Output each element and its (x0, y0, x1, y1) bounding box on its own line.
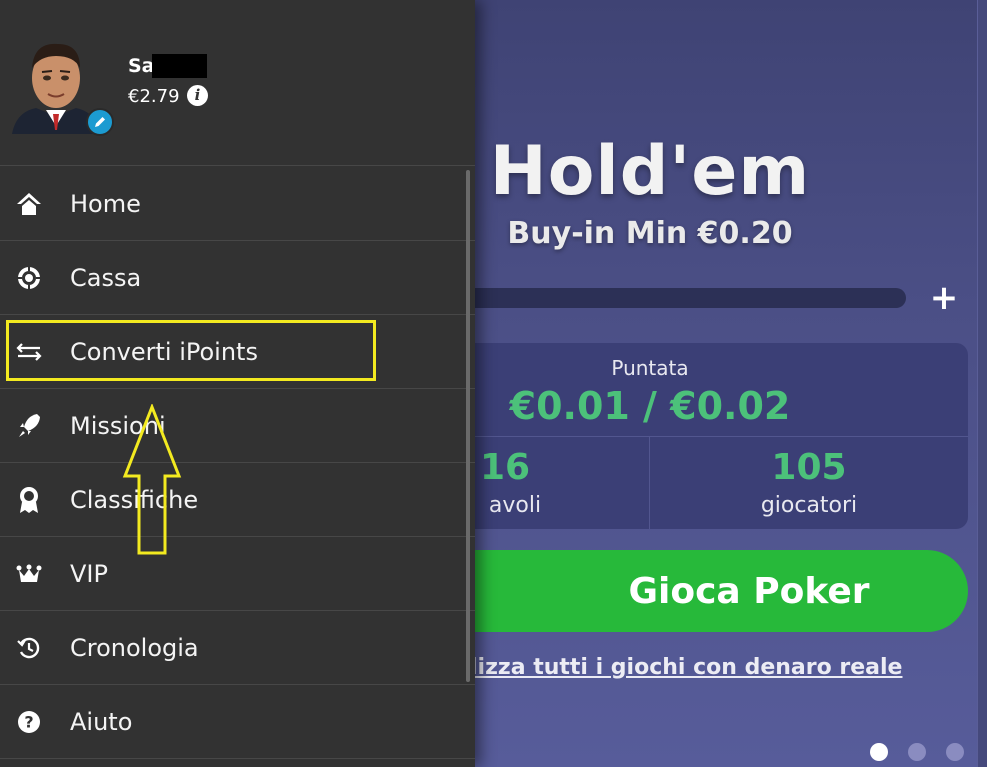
drawer-scrollbar[interactable] (466, 170, 470, 682)
redaction-bar (152, 54, 207, 78)
username: Sa (128, 55, 155, 77)
menu-item-cronologia[interactable]: Cronologia (0, 611, 475, 685)
menu-item-aiuto[interactable]: ? Aiuto (0, 685, 475, 759)
pencil-icon (95, 117, 105, 127)
game-title: Hold'em (489, 132, 811, 211)
up-arrow-annotation (122, 404, 182, 555)
carousel-dot[interactable] (946, 743, 964, 761)
divider (440, 436, 968, 437)
real-money-link[interactable]: lizza tutti i giochi con denaro reale (470, 655, 950, 680)
menu-item-home[interactable]: Home (0, 167, 475, 241)
home-icon (16, 191, 42, 217)
info-icon[interactable]: i (187, 85, 208, 106)
carousel-dot[interactable] (870, 743, 888, 761)
menu-item-label: VIP (70, 559, 108, 588)
players-count: 105 (771, 447, 847, 488)
players-label: giocatori (760, 493, 858, 518)
buyin-text: Buy-in Min €0.20 (507, 216, 793, 251)
chip-icon (16, 265, 42, 291)
crown-icon (16, 561, 42, 587)
plus-icon[interactable]: + (926, 280, 962, 316)
side-drawer: Sa €2.79 i Home Cassa Converti iPoints M… (0, 0, 475, 767)
menu-item-cassa[interactable]: Cassa (0, 241, 475, 315)
menu-item-label: Cronologia (70, 633, 199, 662)
stake-label: Puntata (611, 356, 689, 380)
buyin-slider[interactable] (440, 288, 906, 308)
menu-item-missioni[interactable]: Missioni (0, 389, 475, 463)
stake-value: €0.01 / €0.02 (509, 384, 791, 428)
carousel-dots (870, 743, 964, 761)
edit-avatar-button[interactable] (86, 108, 114, 136)
play-poker-button[interactable]: Gioca Poker (410, 550, 968, 632)
nav-menu: Home Cassa Converti iPoints Missioni Cla… (0, 167, 475, 759)
menu-item-vip[interactable]: VIP (0, 537, 475, 611)
balance: €2.79 (128, 86, 180, 107)
medal-icon (16, 486, 42, 513)
rocket-icon (16, 413, 42, 439)
panel-scrollbar[interactable] (977, 0, 987, 767)
carousel-dot[interactable] (908, 743, 926, 761)
svg-text:?: ? (24, 712, 33, 731)
menu-item-label: Aiuto (70, 707, 133, 736)
menu-item-classifiche[interactable]: Classifiche (0, 463, 475, 537)
highlight-box (6, 320, 376, 381)
menu-item-label: Home (70, 189, 141, 218)
history-icon (16, 635, 42, 661)
profile-header: Sa €2.79 i (0, 0, 475, 166)
help-icon: ? (16, 709, 42, 735)
menu-item-label: Cassa (70, 263, 142, 292)
